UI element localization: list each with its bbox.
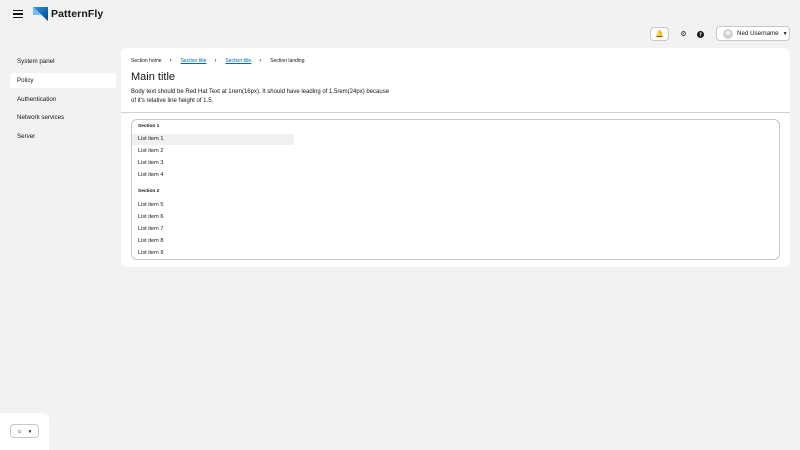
divider xyxy=(121,112,790,113)
menu-item[interactable]: List item 4 xyxy=(132,170,294,181)
brand-name: PatternFly xyxy=(51,8,104,20)
page-title: Main title xyxy=(131,71,176,83)
chevron-right-icon: › xyxy=(259,58,262,64)
sidebar-item-system-panel[interactable]: System panel xyxy=(10,54,116,69)
menu-item[interactable]: List item 7 xyxy=(132,224,294,235)
caret-down-icon: ▼ xyxy=(782,30,788,37)
menu-group-title: Section 1 xyxy=(138,124,160,129)
theme-toggle-button[interactable]: ☼ ▼ xyxy=(10,424,39,438)
menu-item[interactable]: List item 2 xyxy=(132,146,294,157)
sidebar-item-authentication[interactable]: Authentication xyxy=(10,92,116,107)
notifications-button[interactable]: 🔔 xyxy=(650,27,669,41)
brand-logo[interactable]: PatternFly xyxy=(32,6,103,22)
grouped-menu: Section 1 List item 1 List item 2 List i… xyxy=(131,119,780,260)
menu-item[interactable]: List item 5 xyxy=(132,200,294,211)
sidebar-item-policy[interactable]: Policy xyxy=(10,72,116,88)
body-text-line-1: Body text should be Red Hat Text at 1rem… xyxy=(131,89,390,95)
sidebar-item-network-services[interactable]: Network services xyxy=(10,110,116,125)
svg-text:?: ? xyxy=(699,32,702,38)
main-content-card: Section home › Section title › Section t… xyxy=(121,48,790,267)
sidebar-nav: System panel Policy Authentication Netwo… xyxy=(10,54,116,148)
menu-item[interactable]: List item 9 xyxy=(132,248,294,259)
body-text: Body text should be Red Hat Text at 1rem… xyxy=(131,88,391,106)
user-name: Ned Username xyxy=(737,30,779,37)
sun-icon: ☼ xyxy=(16,427,23,435)
help-icon: ? xyxy=(697,30,704,38)
sidebar-item-server[interactable]: Server xyxy=(10,129,116,144)
hamburger-icon[interactable] xyxy=(13,10,23,18)
breadcrumb: Section home › Section title › Section t… xyxy=(131,58,305,64)
breadcrumb-item-section-title[interactable]: Section title xyxy=(181,58,207,64)
body-text-line-2: of it's relative line height of 1.5. xyxy=(131,98,214,104)
caret-down-icon: ▼ xyxy=(27,428,33,434)
gear-icon: ⚙ xyxy=(680,31,687,38)
bell-icon: 🔔 xyxy=(655,31,664,38)
chevron-right-icon: › xyxy=(214,58,217,64)
help-button[interactable]: ? xyxy=(691,27,710,41)
patternfly-logo-icon xyxy=(33,7,48,21)
menu-item[interactable]: List item 8 xyxy=(132,236,294,247)
breadcrumb-item-section-title-2[interactable]: Section title xyxy=(225,58,251,64)
breadcrumb-item-home[interactable]: Section home xyxy=(131,58,162,64)
user-menu-toggle[interactable]: Ned Username ▼ xyxy=(716,26,790,41)
theme-panel: ☼ ▼ xyxy=(0,413,49,450)
breadcrumb-item-current: Section landing xyxy=(270,58,305,64)
masthead: PatternFly 🔔 ⚙ ? Ned Username ▼ xyxy=(0,0,800,46)
menu-group-title: Section 2 xyxy=(138,189,160,194)
avatar xyxy=(723,28,733,39)
menu-item[interactable]: List item 1 xyxy=(132,134,294,145)
chevron-right-icon: › xyxy=(169,58,172,64)
menu-item[interactable]: List item 3 xyxy=(132,158,294,169)
menu-item[interactable]: List item 6 xyxy=(132,212,294,223)
